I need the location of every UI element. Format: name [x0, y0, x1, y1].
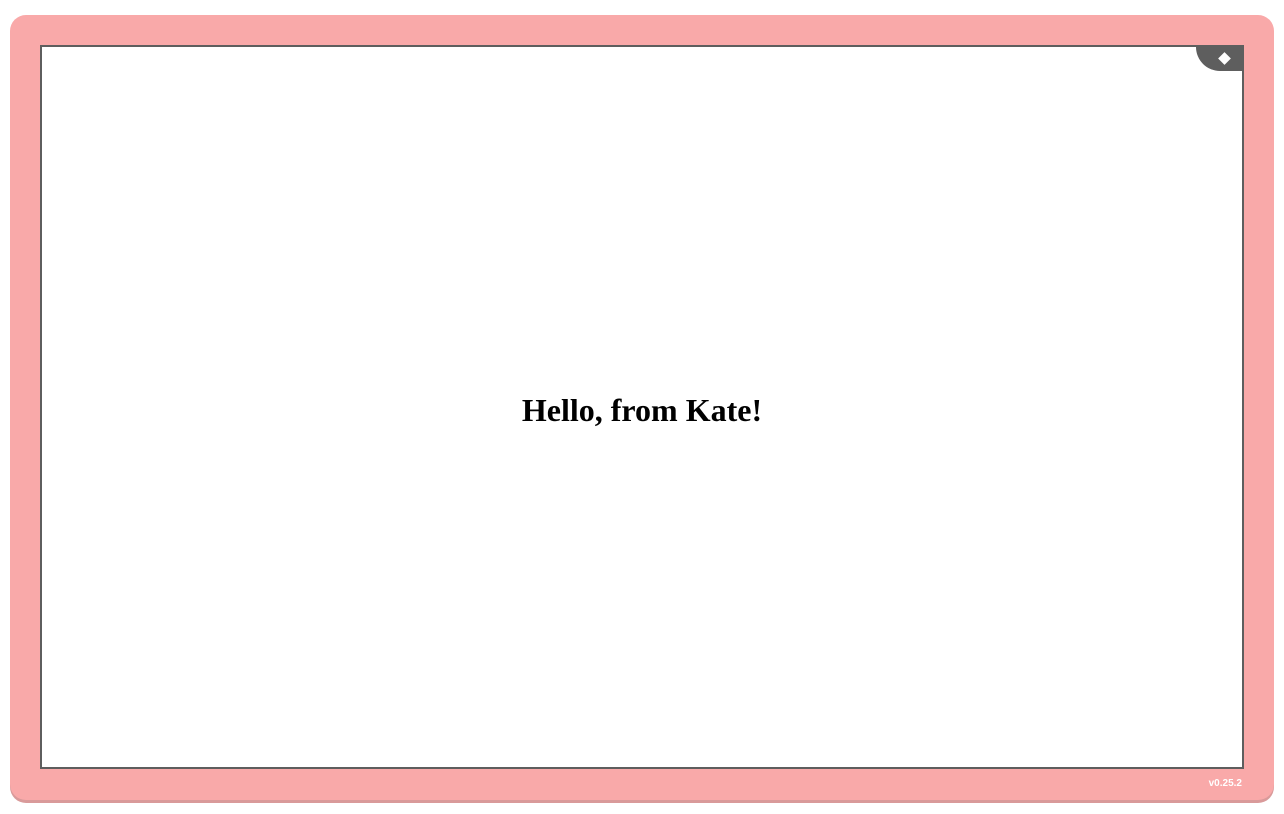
greeting-heading: Hello, from Kate!	[521, 392, 763, 428]
stage: Hello, from Kate!	[40, 45, 1244, 769]
diamond-icon	[1218, 52, 1231, 65]
corner-menu-button[interactable]	[1196, 47, 1242, 71]
version-label: v0.25.2	[1208, 778, 1242, 789]
app-frame: Hello, from Kate! v0.25.2	[10, 15, 1274, 800]
